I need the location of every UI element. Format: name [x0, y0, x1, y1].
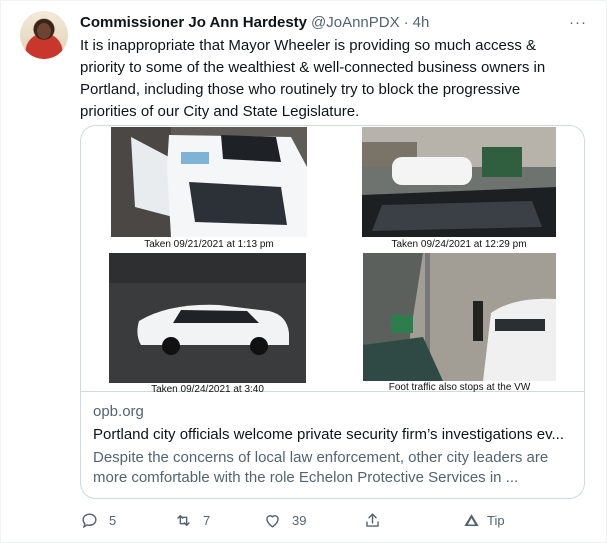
author-handle[interactable]: @JoAnnPDX — [311, 14, 400, 31]
card-image[interactable]: Taken 09/21/2021 at 1:13 pm Taken 09/24/… — [81, 126, 584, 393]
card-meta[interactable]: opb.org Portland city officials welcome … — [93, 402, 573, 488]
action-bar: 5 7 39 Tip — [80, 511, 520, 533]
retweet-count: 7 — [203, 513, 211, 528]
more-options-icon[interactable]: ··· — [568, 12, 588, 32]
author-name[interactable]: Commissioner Jo Ann Hardesty — [80, 14, 307, 31]
tweet[interactable]: Commissioner Jo Ann Hardesty @JoAnnPDX ·… — [0, 0, 607, 543]
heart-icon — [266, 515, 279, 528]
share-icon — [366, 513, 379, 527]
photo-white-car-top — [111, 127, 307, 237]
tweet-header: Commissioner Jo Ann Hardesty @JoAnnPDX ·… — [80, 12, 429, 32]
photo-caption: Foot traffic also stops at the VW — [388, 382, 531, 393]
retweet-button[interactable]: 7 — [174, 511, 210, 530]
card-description: Despite the concerns of local law enforc… — [93, 449, 549, 486]
tip-icon — [464, 514, 479, 527]
reply-icon — [82, 513, 97, 529]
tip-label: Tip — [487, 513, 505, 528]
link-card[interactable]: Taken 09/21/2021 at 1:13 pm Taken 09/24/… — [80, 125, 585, 499]
like-count: 39 — [292, 513, 307, 528]
like-button[interactable]: 39 — [263, 511, 306, 530]
photo-caption: Taken 09/21/2021 at 1:13 pm — [144, 239, 274, 250]
photo-caption: Taken 09/24/2021 at 12:29 pm — [391, 239, 527, 250]
tip-button[interactable]: Tip — [462, 511, 505, 530]
tweet-timestamp[interactable]: 4h — [413, 14, 430, 31]
card-title: Portland city officials welcome private … — [93, 426, 565, 443]
photo-sidewalk — [363, 253, 556, 381]
separator-dot: · — [403, 13, 409, 31]
reply-button[interactable]: 5 — [80, 511, 116, 530]
author-avatar[interactable] — [20, 11, 68, 59]
retweet-icon — [177, 515, 190, 526]
tweet-text: It is inappropriate that Mayor Wheeler i… — [80, 37, 546, 120]
share-button[interactable] — [363, 511, 382, 530]
card-domain: opb.org — [93, 403, 144, 420]
photo-parking-lot — [362, 127, 556, 237]
reply-count: 5 — [109, 513, 117, 528]
photo-white-sedan — [109, 253, 306, 383]
photo-caption: Taken 09/24/2021 at 3:40 — [151, 384, 264, 392]
